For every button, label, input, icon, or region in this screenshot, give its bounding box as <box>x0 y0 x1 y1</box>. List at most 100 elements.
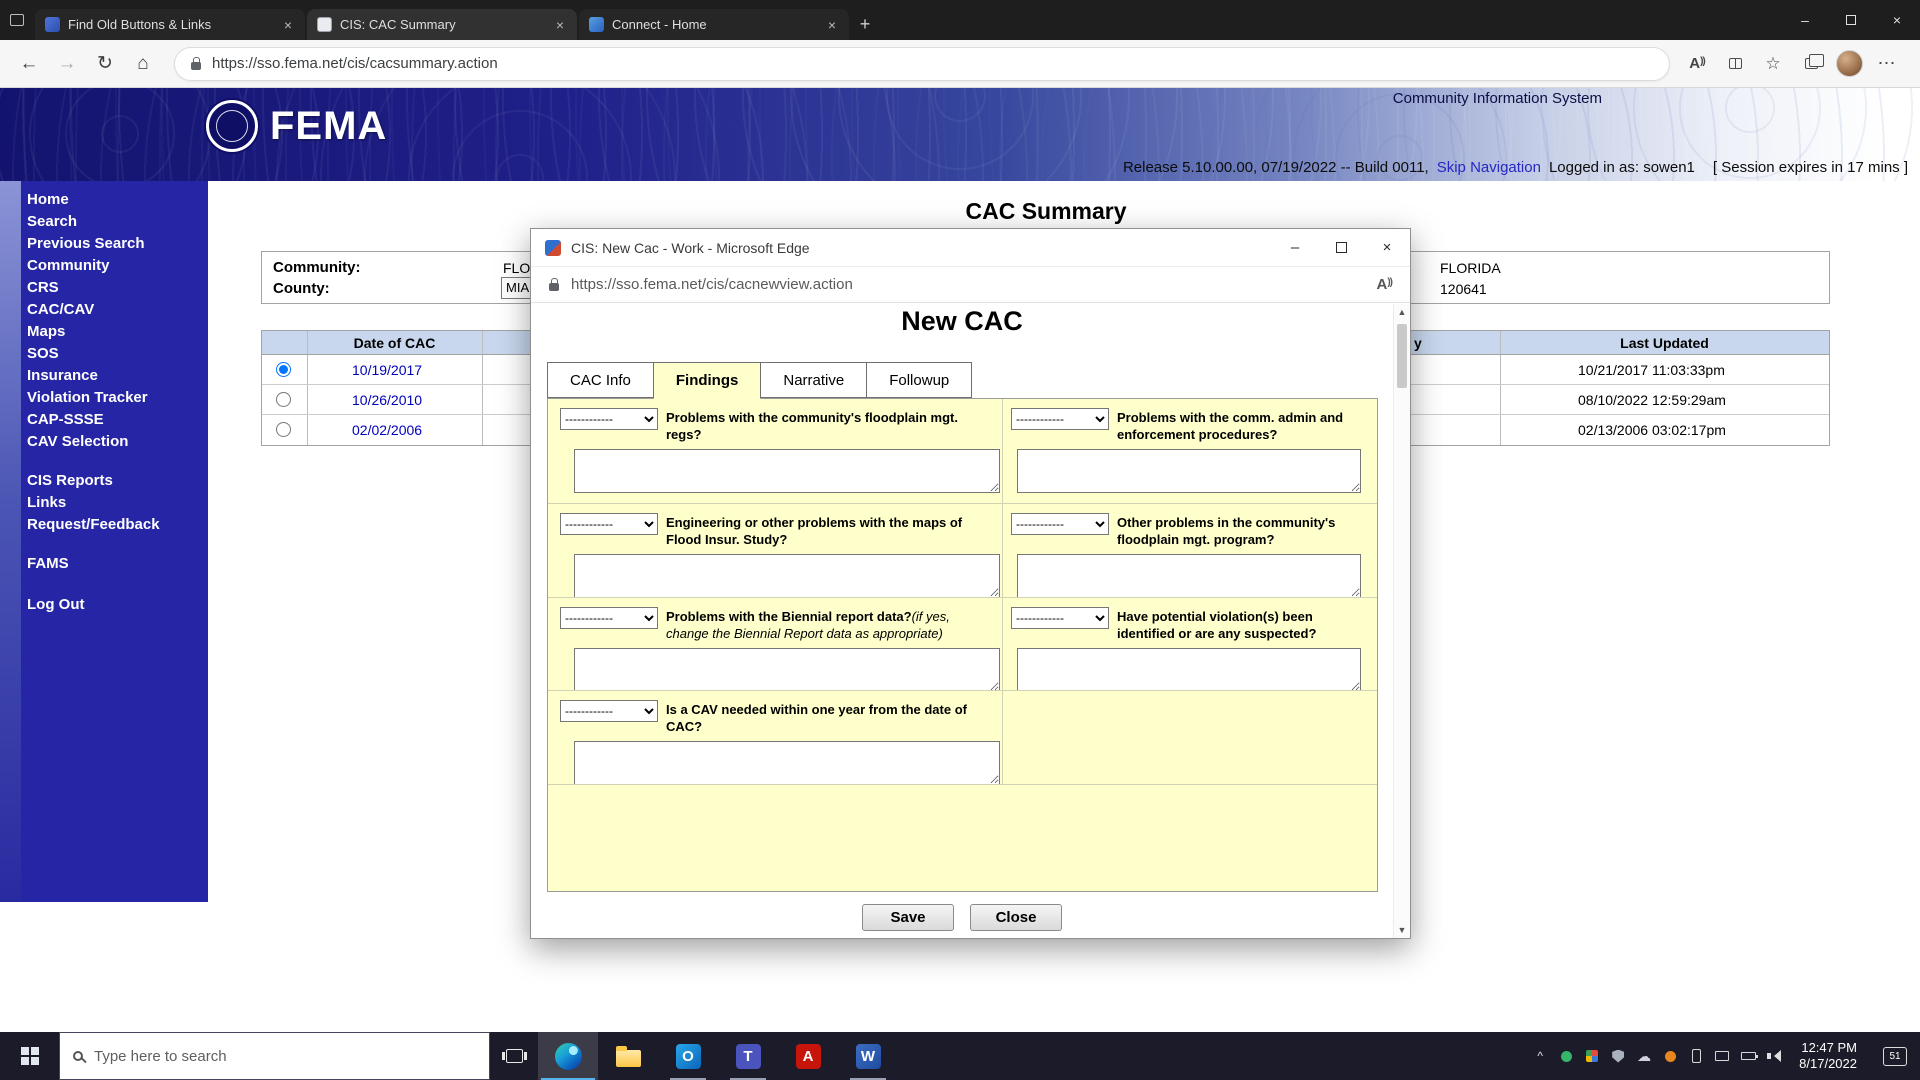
screen: Find Old Buttons & Links × CIS: CAC Summ… <box>0 0 1920 1080</box>
tab-actions-icon[interactable] <box>0 0 34 40</box>
sidebar-item-previous-search[interactable]: Previous Search <box>21 233 208 255</box>
scrollbar-thumb[interactable] <box>1397 324 1407 388</box>
display-icon[interactable] <box>1714 1048 1730 1064</box>
sidebar-item-request-feedback[interactable]: Request/Feedback <box>21 514 208 536</box>
refresh-icon[interactable]: ↻ <box>88 47 122 81</box>
notification-center-button[interactable]: 51 <box>1874 1047 1916 1066</box>
maps-study-textarea[interactable] <box>574 554 1000 598</box>
tab-2-close-icon[interactable]: × <box>551 16 569 34</box>
sidebar-item-cap-ssse[interactable]: CAP-SSSE <box>21 409 208 431</box>
row-3-radio[interactable] <box>276 422 291 437</box>
home-icon[interactable]: ⌂ <box>126 47 160 81</box>
save-button[interactable]: Save <box>862 904 954 931</box>
sidebar-item-violation-tracker[interactable]: Violation Tracker <box>21 387 208 409</box>
sidebar-item-insurance[interactable]: Insurance <box>21 365 208 387</box>
sidebar-item-maps[interactable]: Maps <box>21 321 208 343</box>
skip-navigation-link[interactable]: Skip Navigation <box>1437 159 1541 176</box>
new-tab-button[interactable]: + <box>850 9 880 40</box>
onedrive-icon[interactable]: ☁ <box>1636 1048 1652 1064</box>
tab-findings[interactable]: Findings <box>653 362 762 399</box>
potential-violations-textarea[interactable] <box>1017 648 1361 691</box>
maximize-button[interactable] <box>1828 0 1874 40</box>
favorites-icon[interactable]: ☆ <box>1756 47 1790 81</box>
phone-icon[interactable] <box>1688 1048 1704 1064</box>
taskbar-acrobat[interactable]: A <box>778 1032 838 1080</box>
admin-enforcement-select[interactable]: ------------ <box>1011 408 1109 430</box>
admin-enforcement-textarea[interactable] <box>1017 449 1361 493</box>
tab-1-close-icon[interactable]: × <box>279 16 297 34</box>
row-3-date-link[interactable]: 02/02/2006 <box>352 422 422 438</box>
popup-read-aloud-icon[interactable]: A)) <box>1376 276 1392 293</box>
outlook-icon: O <box>676 1044 701 1069</box>
cav-needed-select[interactable]: ------------ <box>560 700 658 722</box>
profile-avatar[interactable] <box>1832 47 1866 81</box>
tab-cac-info[interactable]: CAC Info <box>547 362 654 398</box>
popup-title-bar[interactable]: CIS: New Cac - Work - Microsoft Edge – × <box>531 229 1410 266</box>
sidebar-item-log-out[interactable]: Log Out <box>21 594 208 616</box>
popup-maximize-button[interactable] <box>1318 229 1364 266</box>
start-button[interactable] <box>0 1032 59 1080</box>
popup-minimize-button[interactable]: – <box>1272 229 1318 266</box>
sidebar-item-cav-selection[interactable]: CAV Selection <box>21 431 208 453</box>
cav-needed-textarea[interactable] <box>574 741 1000 785</box>
other-problems-select[interactable]: ------------ <box>1011 513 1109 535</box>
browser-tab-1[interactable]: Find Old Buttons & Links × <box>35 9 305 40</box>
row-1-date-link[interactable]: 10/19/2017 <box>352 362 422 378</box>
floodplain-regs-textarea[interactable] <box>574 449 1000 493</box>
taskbar-outlook[interactable]: O <box>658 1032 718 1080</box>
back-icon[interactable]: ← <box>12 47 46 81</box>
scroll-down-icon[interactable]: ▼ <box>1394 925 1410 935</box>
taskbar-teams[interactable]: T <box>718 1032 778 1080</box>
sidebar-item-fams[interactable]: FAMS <box>21 553 208 575</box>
popup-address-bar[interactable]: https://sso.fema.net/cis/cacnewview.acti… <box>531 266 1410 303</box>
enter-immersive-icon[interactable] <box>1718 47 1752 81</box>
sidebar-item-cac-cav[interactable]: CAC/CAV <box>21 299 208 321</box>
browser-tab-3[interactable]: Connect - Home × <box>579 9 849 40</box>
tray-app-icon-green[interactable] <box>1558 1048 1574 1064</box>
other-problems-textarea[interactable] <box>1017 554 1361 598</box>
volume-icon[interactable] <box>1766 1048 1782 1064</box>
battery-icon[interactable] <box>1740 1048 1756 1064</box>
security-shield-icon[interactable] <box>1610 1048 1626 1064</box>
taskbar-search[interactable] <box>59 1032 490 1080</box>
sidebar-item-cis-reports[interactable]: CIS Reports <box>21 470 208 492</box>
settings-menu-icon[interactable]: ⋯ <box>1870 47 1904 81</box>
read-aloud-icon[interactable]: A)) <box>1680 47 1714 81</box>
popup-close-button[interactable]: × <box>1364 229 1410 266</box>
floodplain-regs-select[interactable]: ------------ <box>560 408 658 430</box>
row-2-radio[interactable] <box>276 392 291 407</box>
tray-app-icon-orange[interactable] <box>1662 1048 1678 1064</box>
close-button[interactable]: × <box>1874 0 1920 40</box>
row-2-date-link[interactable]: 10/26/2010 <box>352 392 422 408</box>
scroll-up-icon[interactable]: ▲ <box>1394 307 1410 317</box>
tab-3-close-icon[interactable]: × <box>823 16 841 34</box>
hidden-icons-chevron[interactable]: ^ <box>1532 1048 1548 1064</box>
taskbar-file-explorer[interactable] <box>598 1032 658 1080</box>
row-1-radio[interactable] <box>276 362 291 377</box>
search-input[interactable] <box>94 1048 464 1065</box>
potential-violations-select[interactable]: ------------ <box>1011 607 1109 629</box>
minimize-button[interactable]: – <box>1782 0 1828 40</box>
taskbar-clock[interactable]: 12:47 PM 8/17/2022 <box>1792 1040 1864 1072</box>
sidebar-item-crs[interactable]: CRS <box>21 277 208 299</box>
browser-tab-2-active[interactable]: CIS: CAC Summary × <box>307 9 577 40</box>
popup-scrollbar[interactable]: ▲ ▼ <box>1393 304 1410 938</box>
sidebar-item-sos[interactable]: SOS <box>21 343 208 365</box>
tray-app-icon-quad[interactable] <box>1584 1048 1600 1064</box>
maps-study-select[interactable]: ------------ <box>560 513 658 535</box>
sidebar-item-links[interactable]: Links <box>21 492 208 514</box>
biennial-report-select[interactable]: ------------ <box>560 607 658 629</box>
taskbar-word[interactable]: W <box>838 1032 898 1080</box>
biennial-report-textarea[interactable] <box>574 648 1000 691</box>
close-button-popup[interactable]: Close <box>970 904 1062 931</box>
address-bar[interactable]: https://sso.fema.net/cis/cacsummary.acti… <box>174 47 1670 81</box>
sidebar-item-search[interactable]: Search <box>21 211 208 233</box>
sidebar-item-home[interactable]: Home <box>21 189 208 211</box>
sidebar-item-community[interactable]: Community <box>21 255 208 277</box>
tab-narrative[interactable]: Narrative <box>760 362 867 398</box>
forward-icon[interactable]: → <box>50 47 84 81</box>
tab-followup[interactable]: Followup <box>866 362 972 398</box>
taskbar-edge[interactable] <box>538 1032 598 1080</box>
task-view-button[interactable] <box>490 1032 538 1080</box>
collections-icon[interactable] <box>1794 47 1828 81</box>
